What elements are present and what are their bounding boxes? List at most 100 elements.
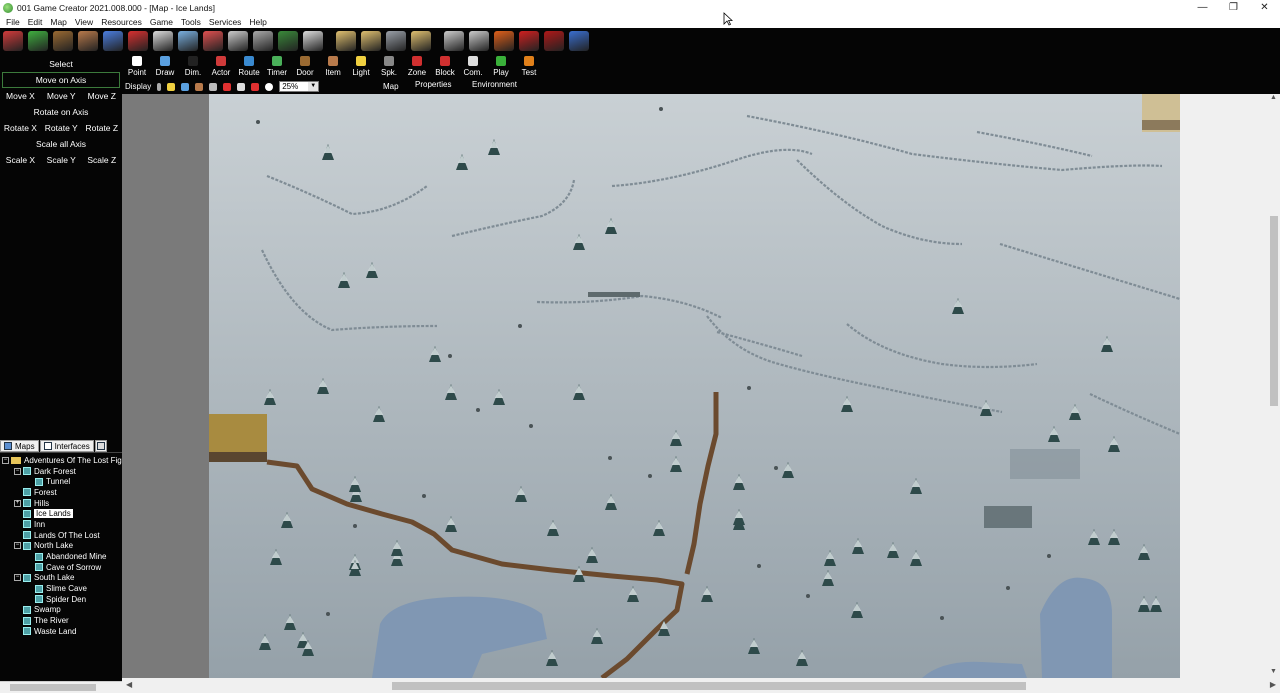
rotate-z-button[interactable]: Rotate Z bbox=[85, 123, 118, 133]
expand-toggle[interactable]: − bbox=[14, 542, 21, 550]
map-canvas[interactable] bbox=[122, 94, 1267, 678]
item-bag-icon[interactable] bbox=[78, 31, 98, 51]
tool-timer[interactable]: Timer bbox=[263, 56, 291, 80]
properties-menu[interactable]: Properties bbox=[415, 80, 451, 89]
expand-toggle[interactable]: − bbox=[2, 456, 9, 464]
maximize-button[interactable]: ❐ bbox=[1218, 0, 1249, 15]
horizontal-scrollbar-thumb[interactable] bbox=[392, 682, 1026, 690]
scroll-right-arrow[interactable]: ▶ bbox=[1270, 680, 1276, 689]
music-icon[interactable] bbox=[103, 31, 123, 51]
select-button[interactable]: Select bbox=[0, 56, 122, 72]
environment-menu[interactable]: Environment bbox=[472, 80, 517, 89]
expand-toggle[interactable]: − bbox=[14, 574, 21, 582]
rotate-x-button[interactable]: Rotate X bbox=[4, 123, 37, 133]
vertical-scrollbar-thumb[interactable] bbox=[1270, 216, 1278, 406]
tree-item[interactable]: − North Lake bbox=[0, 541, 122, 552]
menu-edit[interactable]: Edit bbox=[24, 17, 47, 27]
gear-icon[interactable] bbox=[469, 31, 489, 51]
menu-help[interactable]: Help bbox=[245, 17, 270, 27]
table-icon[interactable] bbox=[228, 31, 248, 51]
expand-toggle[interactable]: + bbox=[14, 499, 21, 507]
tree-item[interactable]: Slime Cave bbox=[0, 583, 122, 594]
tree-item[interactable]: The River bbox=[0, 615, 122, 626]
rotate-on-axis-button[interactable]: Rotate on Axis bbox=[0, 104, 122, 120]
character-icon[interactable] bbox=[153, 31, 173, 51]
document-icon[interactable] bbox=[336, 31, 356, 51]
tool-zone[interactable]: Zone bbox=[403, 56, 431, 80]
tree-item[interactable]: + Hills bbox=[0, 498, 122, 509]
tree-icon[interactable] bbox=[278, 31, 298, 51]
scale-x-button[interactable]: Scale X bbox=[6, 155, 35, 165]
close-button[interactable]: ✕ bbox=[1249, 0, 1280, 15]
tree-item[interactable]: − South Lake bbox=[0, 573, 122, 584]
magnet-icon[interactable] bbox=[223, 82, 232, 91]
move-x-button[interactable]: Move X bbox=[6, 91, 35, 101]
tree-scrollbar-thumb[interactable] bbox=[10, 684, 96, 691]
menu-services[interactable]: Services bbox=[205, 17, 246, 27]
block-icon[interactable] bbox=[251, 82, 260, 91]
bar-icon[interactable] bbox=[157, 82, 162, 91]
lines-icon[interactable] bbox=[237, 82, 246, 91]
tree-item[interactable]: Waste Land bbox=[0, 626, 122, 637]
tree-item[interactable]: Ice Lands bbox=[0, 508, 122, 519]
minimize-button[interactable]: — bbox=[1187, 0, 1218, 15]
actor-red-icon[interactable] bbox=[3, 31, 23, 51]
map-horizontal-scrollbar[interactable]: ◀ ▶ bbox=[122, 678, 1280, 693]
list-icon[interactable] bbox=[411, 31, 431, 51]
tree-item[interactable]: Swamp bbox=[0, 605, 122, 616]
tool-draw[interactable]: Draw bbox=[151, 56, 179, 80]
light-bulb-icon[interactable] bbox=[167, 82, 176, 91]
scroll-left-arrow[interactable]: ◀ bbox=[126, 680, 132, 689]
menu-resources[interactable]: Resources bbox=[97, 17, 146, 27]
gamepad-icon[interactable] bbox=[444, 31, 464, 51]
expand-toggle[interactable]: − bbox=[14, 467, 21, 475]
actor-green-icon[interactable] bbox=[28, 31, 48, 51]
tool-test[interactable]: Test bbox=[515, 56, 543, 80]
play-film-icon[interactable] bbox=[544, 31, 564, 51]
rotate-y-button[interactable]: Rotate Y bbox=[45, 123, 78, 133]
door-icon[interactable] bbox=[53, 31, 73, 51]
tool-com[interactable]: Com. bbox=[459, 56, 487, 80]
map-vertical-scrollbar[interactable]: ▲ ▼ bbox=[1267, 94, 1280, 678]
tool-dim[interactable]: Dim. bbox=[179, 56, 207, 80]
tree-item[interactable]: − Adventures Of The Lost Fig bbox=[0, 455, 122, 466]
tree-scrollbar[interactable] bbox=[0, 681, 122, 693]
tool-block[interactable]: Block bbox=[431, 56, 459, 80]
database-icon[interactable] bbox=[386, 31, 406, 51]
scroll-icon[interactable] bbox=[361, 31, 381, 51]
move-z-button[interactable]: Move Z bbox=[88, 91, 116, 101]
move-on-axis-button[interactable]: Move on Axis bbox=[2, 72, 120, 88]
scale-z-button[interactable]: Scale Z bbox=[87, 155, 116, 165]
scroll-down-arrow[interactable]: ▼ bbox=[1267, 668, 1280, 678]
tool-light[interactable]: Light bbox=[347, 56, 375, 80]
tree-item[interactable]: Cave of Sorrow bbox=[0, 562, 122, 573]
tab-extra[interactable] bbox=[94, 440, 107, 452]
tree-item[interactable]: Forest bbox=[0, 487, 122, 498]
tree-item[interactable]: Lands Of The Lost bbox=[0, 530, 122, 541]
menu-game[interactable]: Game bbox=[146, 17, 177, 27]
tool-route[interactable]: Route bbox=[235, 56, 263, 80]
menu-map[interactable]: Map bbox=[46, 17, 71, 27]
film-icon[interactable] bbox=[519, 31, 539, 51]
tool-point[interactable]: Point bbox=[123, 56, 151, 80]
move-y-button[interactable]: Move Y bbox=[47, 91, 76, 101]
tab-maps[interactable]: Maps bbox=[0, 440, 39, 452]
menu-tools[interactable]: Tools bbox=[177, 17, 205, 27]
tree-item[interactable]: Inn bbox=[0, 519, 122, 530]
notebook-icon[interactable] bbox=[178, 31, 198, 51]
map-menu[interactable]: Map bbox=[383, 82, 399, 91]
grid-icon[interactable] bbox=[209, 82, 218, 91]
tool-play[interactable]: Play bbox=[487, 56, 515, 80]
xyz-icon[interactable] bbox=[303, 31, 323, 51]
map-viewport[interactable] bbox=[122, 94, 1267, 678]
font-icon[interactable] bbox=[128, 31, 148, 51]
menu-view[interactable]: View bbox=[71, 17, 97, 27]
crowd-icon[interactable] bbox=[253, 31, 273, 51]
ball-icon[interactable] bbox=[494, 31, 514, 51]
tool-door[interactable]: Door bbox=[291, 56, 319, 80]
info-icon[interactable] bbox=[265, 82, 274, 91]
zoom-select[interactable]: 25% ▼ bbox=[279, 81, 320, 92]
tool-actor[interactable]: Actor bbox=[207, 56, 235, 80]
scale-all-axis-button[interactable]: Scale all Axis bbox=[0, 136, 122, 152]
tree-item[interactable]: Tunnel bbox=[0, 476, 122, 487]
